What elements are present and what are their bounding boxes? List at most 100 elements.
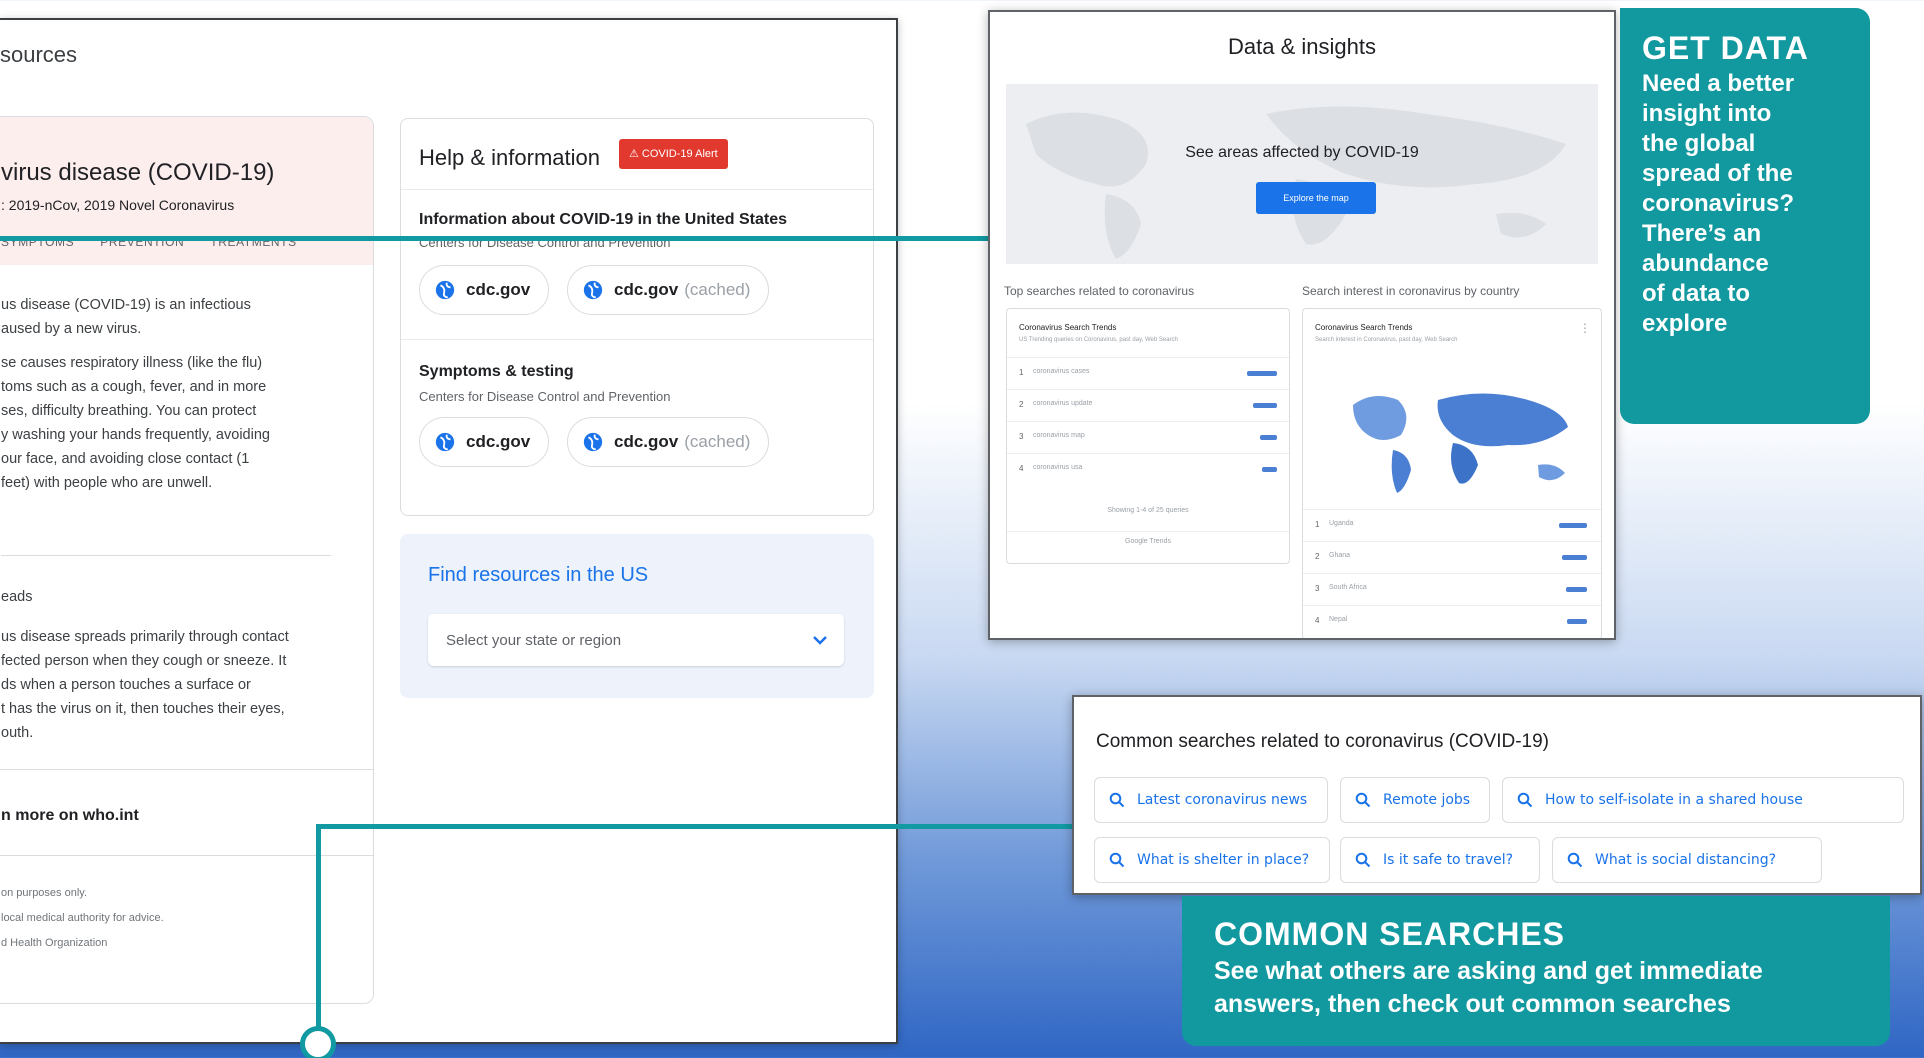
interest-bar — [1253, 403, 1277, 408]
chevron-down-icon — [813, 636, 827, 645]
more-icon[interactable]: ⋮ — [1579, 321, 1591, 335]
cdc-link-button[interactable]: cdc.gov — [419, 417, 550, 467]
common-searches-panel: Common searches related to coronavirus (… — [1072, 695, 1922, 895]
globe-icon — [583, 432, 603, 452]
spreads-label: eads — [1, 589, 33, 605]
table-row[interactable]: 1 Uganda — [1303, 509, 1601, 541]
overview-paragraph-2: se causes respiratory illness (like the … — [1, 355, 270, 491]
common-search-chip[interactable]: Remote jobs — [1340, 777, 1490, 823]
row-label: South Africa — [1329, 584, 1367, 591]
world-map-banner: See areas affected by COVID-19 Explore t… — [1006, 84, 1598, 264]
cdc-cached-button[interactable]: cdc.gov (cached) — [567, 417, 770, 467]
row-label: Uganda — [1329, 520, 1354, 527]
connector-line — [316, 824, 1074, 829]
interest-bar — [1562, 555, 1587, 560]
search-icon — [1109, 852, 1125, 868]
common-search-chip[interactable]: Latest coronavirus news — [1094, 777, 1328, 823]
table-row[interactable]: 2 Ghana — [1303, 541, 1601, 573]
search-icon — [1517, 792, 1533, 808]
table-row[interactable]: 1 coronavirus cases — [1007, 357, 1289, 389]
find-resources-card: Find resources in the US Select your sta… — [400, 534, 874, 698]
data-insights-title: Data & insights — [1228, 34, 1376, 59]
cdc-link-button[interactable]: cdc.gov — [419, 265, 550, 315]
interest-bar — [1260, 435, 1277, 440]
interest-bar — [1559, 523, 1587, 528]
trends-pager[interactable]: Showing 1-4 of 25 queries — [1007, 507, 1289, 514]
globe-icon — [435, 280, 455, 300]
row-label: coronavirus update — [1033, 400, 1093, 407]
cdc-cached-button[interactable]: cdc.gov (cached) — [567, 265, 770, 315]
learn-divider — [0, 769, 373, 770]
overview-divider — [1, 555, 331, 556]
table-row[interactable]: 4 coronavirus usa — [1007, 453, 1289, 485]
interest-bar — [1567, 619, 1587, 624]
row-label: coronavirus cases — [1033, 368, 1090, 375]
help-title: Help & information — [419, 145, 600, 170]
common-search-chip[interactable]: How to self-isolate in a shared house — [1502, 777, 1904, 823]
overview-paragraph-1: us disease (COVID-19) is an infectious a… — [1, 297, 251, 337]
find-resources-title: Find resources in the US — [428, 564, 649, 586]
globe-icon — [435, 432, 455, 452]
common-searches-heading: COMMON SEARCHES — [1214, 916, 1566, 952]
common-search-chip[interactable]: Is it safe to travel? — [1340, 837, 1540, 883]
overview-footnotes: on purposes only. local medical authorit… — [1, 887, 164, 949]
resources-heading: sources — [0, 42, 78, 67]
symptoms-testing-source: Centers for Disease Control and Preventi… — [419, 389, 671, 404]
search-icon — [1355, 852, 1371, 868]
country-interest-card: Coronavirus Search Trends Search interes… — [1302, 308, 1602, 638]
help-divider — [401, 339, 873, 340]
table-row[interactable]: 3 South Africa — [1303, 573, 1601, 605]
state-region-select[interactable]: Select your state or region — [428, 614, 844, 666]
row-rank: 4 — [1315, 616, 1320, 625]
table-row[interactable]: 4 Nepal — [1303, 605, 1601, 637]
table-row[interactable]: 2 coronavirus update — [1007, 389, 1289, 421]
common-search-chip[interactable]: What is shelter in place? — [1094, 837, 1330, 883]
us-info-title[interactable]: Information about COVID-19 in the United… — [419, 211, 787, 229]
connector-line — [0, 236, 990, 241]
search-icon — [1109, 792, 1125, 808]
row-rank: 3 — [1019, 432, 1024, 441]
get-data-heading: GET DATA — [1642, 30, 1809, 66]
row-label: coronavirus usa — [1033, 464, 1083, 471]
overview-subtitle: : 2019-nCov, 2019 Novel Coronavirus — [1, 197, 235, 213]
row-rank: 1 — [1315, 520, 1320, 529]
globe-icon — [583, 280, 603, 300]
help-divider — [401, 189, 873, 190]
connector-endpoint — [300, 1026, 336, 1058]
overview-header: virus disease (COVID-19) : 2019-nCov, 20… — [0, 117, 373, 265]
world-map-illustration — [1026, 106, 1566, 259]
row-rank: 1 — [1019, 368, 1024, 377]
symptoms-testing-title[interactable]: Symptoms & testing — [419, 363, 574, 381]
search-results-panel: sources virus disease (COVID-19) : 2019-… — [0, 18, 898, 1044]
search-icon — [1355, 792, 1371, 808]
help-information-card: Help & information ⚠ COVID-19 Alert Info… — [400, 118, 874, 516]
overview-paragraph-3: us disease spreads primarily through con… — [1, 629, 289, 741]
row-label: coronavirus map — [1033, 432, 1085, 439]
explore-map-button[interactable]: Explore the map — [1256, 182, 1376, 214]
get-data-callout: GET DATA Need a better insight into the … — [1620, 8, 1870, 424]
data-insights-panel: Data & insights See areas affected by CO… — [988, 10, 1616, 640]
trends-queries-card: Coronavirus Search Trends US Trending qu… — [1006, 308, 1290, 564]
top-searches-label: Top searches related to coronavirus — [1004, 284, 1195, 298]
row-rank: 4 — [1019, 464, 1024, 473]
learn-more-link[interactable]: n more on who.int — [1, 807, 139, 825]
row-rank: 3 — [1315, 584, 1320, 593]
search-icon — [1567, 852, 1583, 868]
interest-bar — [1566, 587, 1587, 592]
world-choropleth-map — [1353, 393, 1568, 493]
common-searches-callout: COMMON SEARCHES See what others are aski… — [1182, 896, 1890, 1046]
interest-label: Search interest in coronavirus by countr… — [1302, 284, 1520, 298]
row-rank: 2 — [1019, 400, 1024, 409]
trends-source: Google Trends — [1007, 531, 1289, 545]
row-label: Nepal — [1329, 616, 1348, 623]
table-row[interactable]: 3 coronavirus map — [1007, 421, 1289, 453]
interest-bar — [1247, 371, 1277, 376]
row-rank: 2 — [1315, 552, 1320, 561]
common-search-chip[interactable]: What is social distancing? — [1552, 837, 1822, 883]
common-searches-title: Common searches related to coronavirus (… — [1096, 731, 1550, 752]
row-label: Ghana — [1329, 552, 1351, 559]
get-data-body: Need a better insight into the global sp… — [1642, 70, 1795, 337]
connector-line — [316, 824, 321, 1034]
overview-title: virus disease (COVID-19) — [1, 159, 275, 186]
covid-alert-badge: ⚠ COVID-19 Alert — [619, 139, 728, 169]
